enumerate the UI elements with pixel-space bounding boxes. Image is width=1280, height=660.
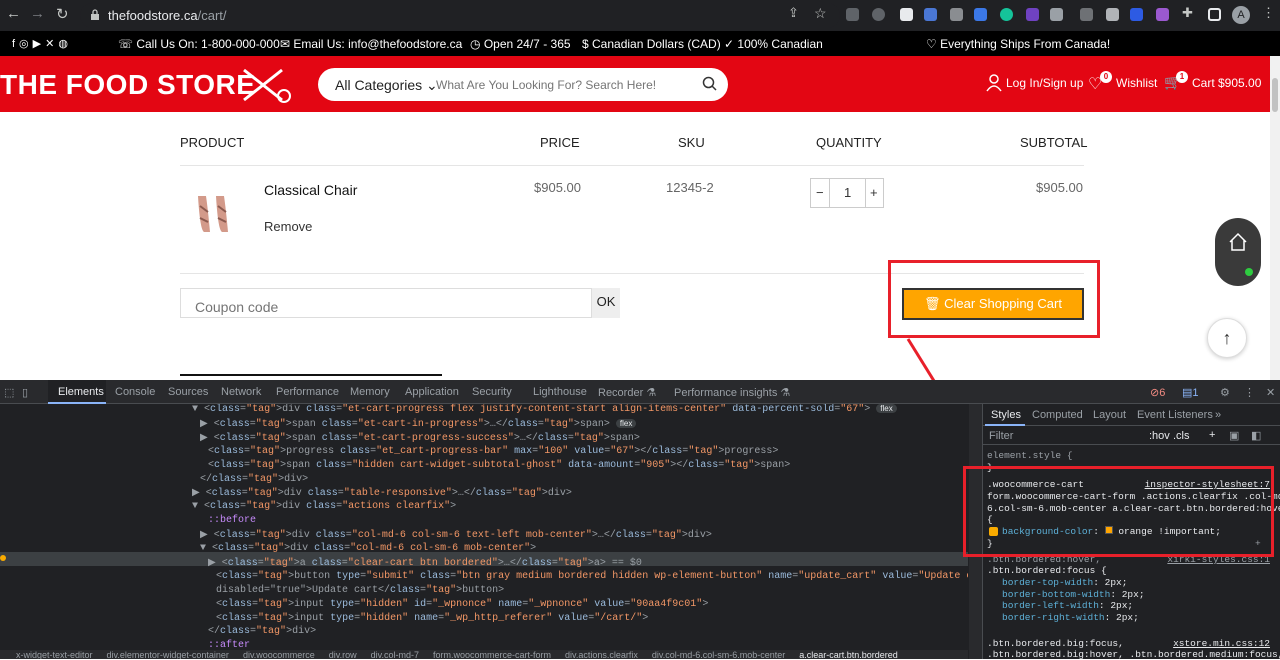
rule3-selector[interactable]: .btn.bordered.big:hover, .btn.bordered.m… — [987, 649, 1280, 660]
device-toggle-icon[interactable]: ▯ — [22, 386, 28, 399]
rule3-source-link[interactable]: xstore.min.css:12 — [1173, 638, 1270, 649]
tab-event-listeners[interactable]: Event Listeners — [1137, 409, 1213, 421]
message-icon: ▤ — [1182, 387, 1193, 399]
dom-line[interactable]: ▶ <class="tag">span class="et-cart-in-pr… — [200, 418, 637, 430]
rule2-declaration[interactable]: border-right-width: 2px; — [1002, 612, 1139, 623]
error-count-value: 6 — [1159, 387, 1166, 399]
dom-line[interactable]: <class="tag">span class="hidden cart-wid… — [208, 460, 790, 471]
dom-line[interactable]: ▶ <class="tag">div class="col-md-6 col-s… — [200, 529, 712, 541]
dom-line[interactable]: <class="tag">input type="hidden" name="_… — [216, 613, 648, 624]
rule3-selector[interactable]: .btn.bordered.big:focus, — [987, 638, 1124, 649]
new-rule-plus-icon[interactable]: + — [1209, 429, 1215, 441]
dom-line[interactable]: ▶ <class="tag">span class="et-cart-progr… — [200, 432, 640, 444]
breakpoint-dot — [0, 555, 6, 561]
tab-console[interactable]: Console — [115, 386, 155, 398]
breadcrumb-item[interactable]: div.row — [329, 650, 357, 659]
rule2-selector[interactable]: .btn.bordered:focus { — [987, 565, 1107, 576]
dom-tree: ▼ <class="tag">div class="et-cart-progre… — [0, 404, 968, 649]
breadcrumb-item[interactable]: x-widget-text-editor — [16, 650, 93, 659]
dom-line[interactable]: <class="tag">input type="hidden" id="_wp… — [216, 599, 708, 610]
dom-line[interactable]: ▼ <class="tag">div class="actions clearf… — [192, 501, 456, 512]
breadcrumb-item[interactable]: div.actions.clearfix — [565, 650, 638, 659]
message-count-value: 1 — [1192, 387, 1199, 399]
hov-toggle[interactable]: :hov — [1149, 430, 1170, 442]
dom-line[interactable]: </class="tag">div> — [200, 474, 308, 485]
devtools-menu-icon[interactable]: ⋮ — [1244, 386, 1255, 399]
tab-application[interactable]: Application — [405, 386, 459, 398]
close-devtools-icon[interactable]: ✕ — [1266, 386, 1275, 399]
tab-elements[interactable]: Elements — [58, 386, 104, 398]
tab-styles[interactable]: Styles — [991, 409, 1021, 421]
tab-network[interactable]: Network — [221, 386, 261, 398]
error-count[interactable]: ⊘6 — [1150, 386, 1165, 399]
dom-line[interactable]: ▶ <class="tag">div class="table-responsi… — [192, 487, 572, 499]
dom-breadcrumb: x-widget-text-editor div.elementor-widget… — [0, 650, 968, 659]
dom-line[interactable]: ▼ <class="tag">div class="col-md-6 col-s… — [200, 543, 536, 554]
annotation-highlight-box — [963, 466, 1274, 557]
tab-performance-insights-label: Performance insights — [674, 387, 778, 399]
tab-layout[interactable]: Layout — [1093, 409, 1126, 421]
tab-memory[interactable]: Memory — [350, 386, 390, 398]
computed-toggle-icon[interactable]: ▣ — [1229, 429, 1239, 442]
flask-icon: ⚗ — [780, 387, 791, 399]
cls-toggle[interactable]: .cls — [1173, 430, 1190, 442]
breadcrumb-item[interactable]: form.woocommerce-cart-form — [433, 650, 551, 659]
dom-line[interactable]: ▶ <class="tag">a class="clear-cart btn b… — [208, 557, 642, 569]
dom-line[interactable]: ::after — [208, 640, 250, 649]
breadcrumb-item[interactable]: div.col-md-6.col-sm-6.mob-center — [652, 650, 785, 659]
error-icon: ⊘ — [1150, 387, 1160, 399]
tab-recorder-label: Recorder — [598, 387, 644, 399]
tab-security[interactable]: Security — [472, 386, 512, 398]
styles-filter-row: Filter :hov .cls + ▣ ◧ — [983, 427, 1280, 445]
flask-icon: ⚗ — [646, 387, 657, 399]
inspect-element-icon[interactable]: ⬚ — [4, 386, 14, 399]
breadcrumb-item[interactable]: div.elementor-widget-container — [107, 650, 229, 659]
sidebar-toggle-icon[interactable]: ◧ — [1251, 429, 1261, 442]
element-style-rule[interactable]: element.style { — [987, 450, 1073, 461]
tab-performance[interactable]: Performance — [276, 386, 339, 398]
tab-sources[interactable]: Sources — [168, 386, 208, 398]
dom-line[interactable]: <class="tag">progress class="et_cart-pro… — [208, 446, 778, 457]
breadcrumb-item[interactable]: div.col-md-7 — [371, 650, 419, 659]
dom-line[interactable]: disabled="true">Update cart</class="tag"… — [216, 585, 504, 596]
rule2-declaration[interactable]: border-bottom-width: 2px; — [1002, 589, 1145, 600]
rule2-declaration[interactable]: border-left-width: 2px; — [1002, 600, 1133, 611]
breadcrumb-item[interactable]: a.clear-cart.btn.bordered — [799, 650, 898, 659]
tab-performance-insights[interactable]: Performance insights ⚗ — [674, 386, 790, 399]
styles-tabbar: Styles Computed Layout Event Listeners » — [983, 404, 1280, 426]
message-count[interactable]: ▤1 — [1182, 386, 1199, 399]
breadcrumb-item[interactable]: div.woocommerce — [243, 650, 315, 659]
devtools-tabbar: ⬚ ▯ Elements Console Sources Network Per… — [0, 380, 1280, 404]
tab-lighthouse[interactable]: Lighthouse — [533, 386, 587, 398]
tab-computed[interactable]: Computed — [1032, 409, 1083, 421]
more-tabs-icon[interactable]: » — [1215, 409, 1221, 421]
settings-gear-icon[interactable]: ⚙ — [1220, 386, 1230, 399]
dom-line[interactable]: ::before — [208, 515, 256, 526]
dom-line[interactable]: </class="tag">div> — [208, 626, 316, 637]
dom-line[interactable]: ▼ <class="tag">div class="et-cart-progre… — [192, 404, 897, 415]
rule2-declaration[interactable]: border-top-width: 2px; — [1002, 577, 1127, 588]
styles-filter-input[interactable]: Filter — [989, 430, 1013, 442]
tab-recorder[interactable]: Recorder ⚗ — [598, 386, 656, 399]
dom-line[interactable]: <class="tag">button type="submit" class=… — [216, 571, 968, 582]
